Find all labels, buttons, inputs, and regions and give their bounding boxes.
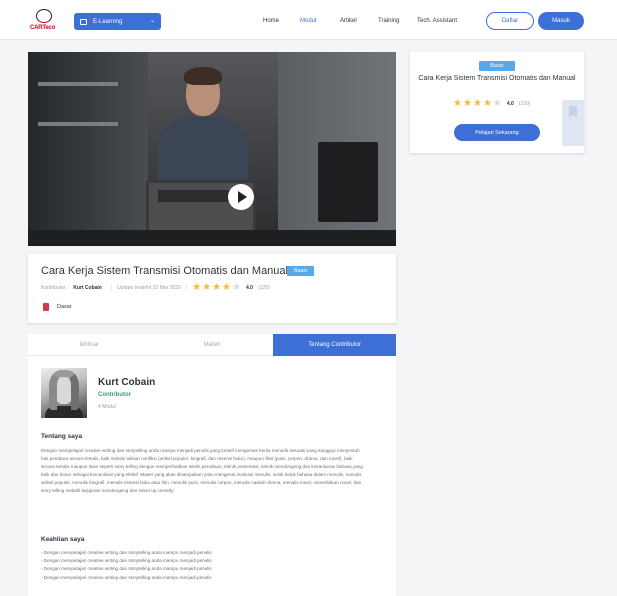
logo-mark-icon [36, 9, 52, 23]
level-badge: Basic [287, 266, 315, 276]
logo-text: CARTeco [30, 25, 56, 31]
nav-home[interactable]: Home [263, 18, 279, 24]
bookmark-illustration-icon [562, 100, 584, 146]
side-rating-count: (120) [518, 101, 531, 107]
course-meta: Kontributor : Kurt Cobain | Update terak… [41, 283, 270, 293]
meta-divider: | [110, 285, 113, 291]
star-icon: ★ [462, 98, 472, 109]
star-icon: ★ [472, 98, 482, 109]
contributor-panel: Kurt Cobain Contributor 4 Modul Tentang … [28, 356, 396, 596]
contributor-avatar [41, 368, 87, 418]
star-icon: ★ [492, 98, 502, 109]
skill-item: - Dengan mempelajari creative writing da… [41, 566, 212, 572]
video-workbench [28, 230, 396, 246]
register-button[interactable]: Daftar [486, 12, 534, 30]
star-icon: ★ [202, 282, 212, 293]
nav-training[interactable]: Training [378, 18, 399, 24]
course-tabs: Ikhtisar Materi Tentang Contributor [28, 334, 396, 356]
star-icon: ★ [453, 98, 462, 109]
skills-heading: Keahlian saya [41, 536, 85, 543]
side-rating: ★ ★ ★ ★ ★ 4.0 (120) [453, 99, 530, 109]
video-shelf-board [38, 82, 118, 86]
book-icon [80, 18, 87, 25]
skills-list: - Dengan mempelajari creative writing da… [41, 549, 212, 582]
course-video-player[interactable] [28, 52, 396, 246]
side-rating-stars: ★ ★ ★ ★ ★ [453, 99, 503, 109]
skill-item: - Dengan mempelajari creative writing da… [41, 574, 212, 580]
about-heading: Tentang saya [41, 433, 83, 440]
play-icon[interactable] [228, 184, 254, 210]
meta-divider: | [185, 285, 188, 291]
nav-modul[interactable]: Modul [300, 18, 316, 24]
contributor-label: Kontributor : [41, 285, 69, 291]
tab-ikhtisar[interactable]: Ikhtisar [28, 334, 151, 356]
about-text: Dengan mempelajari creative writing dan … [41, 448, 363, 494]
skill-item: - Dengan mempelajari creative writing da… [41, 550, 212, 555]
rating-value: 4.0 [245, 285, 253, 291]
tab-materi[interactable]: Materi [151, 334, 274, 356]
presenter-hair [184, 67, 222, 85]
side-course-title: Cara Kerja Sistem Transmisi Otomatis dan… [418, 75, 576, 82]
contributor-role: Contributor [98, 392, 131, 398]
side-rating-value: 4.0 [506, 101, 514, 107]
contributor-name-link[interactable]: Kurt Cobain [73, 285, 102, 291]
category-dropdown[interactable]: E-Learning ⌄ [74, 13, 161, 30]
enroll-card: Basic Cara Kerja Sistem Transmisi Otomat… [410, 52, 584, 153]
skill-item: - Dengan mempelajari creative writing da… [41, 558, 212, 564]
login-button[interactable]: Masuk [538, 12, 584, 30]
tab-tentang-contributor[interactable]: Tentang Contributor [273, 334, 396, 356]
top-header: CARTeco E-Learning ⌄ Home Modul Artikel … [0, 0, 617, 40]
rating-count: (120) [257, 285, 270, 291]
contributor-module-count: 4 Modul [98, 404, 116, 410]
avatar-hair [49, 370, 79, 410]
carteco-logo[interactable]: CARTeco [30, 9, 60, 33]
side-level-badge: Basic [479, 61, 515, 71]
video-shelf-board [38, 122, 118, 126]
star-icon: ★ [222, 282, 232, 293]
course-info-card: Cara Kerja Sistem Transmisi Otomatis dan… [28, 254, 396, 323]
rating-stars: ★ ★ ★ ★ ★ [192, 283, 242, 293]
star-icon: ★ [482, 98, 492, 109]
star-icon: ★ [192, 282, 202, 293]
contributor-name: Kurt Cobain [98, 377, 156, 388]
last-updated: Update terakhir 22 Mar 2020 [117, 285, 181, 291]
level-icon [43, 303, 49, 311]
star-icon: ★ [232, 282, 241, 293]
start-learning-button[interactable]: Pelajari Sekarang [454, 124, 540, 141]
nav-tech-assistant[interactable]: Tech. Assistant [417, 18, 457, 24]
nav-artikel[interactable]: Artikel [340, 18, 357, 24]
video-cabinet [318, 142, 378, 222]
chevron-down-icon: ⌄ [149, 18, 155, 24]
category-dropdown-label: E-Learning [93, 18, 123, 25]
level-text: Dasar [57, 304, 72, 310]
course-title: Cara Kerja Sistem Transmisi Otomatis dan… [41, 265, 288, 277]
star-icon: ★ [212, 282, 222, 293]
